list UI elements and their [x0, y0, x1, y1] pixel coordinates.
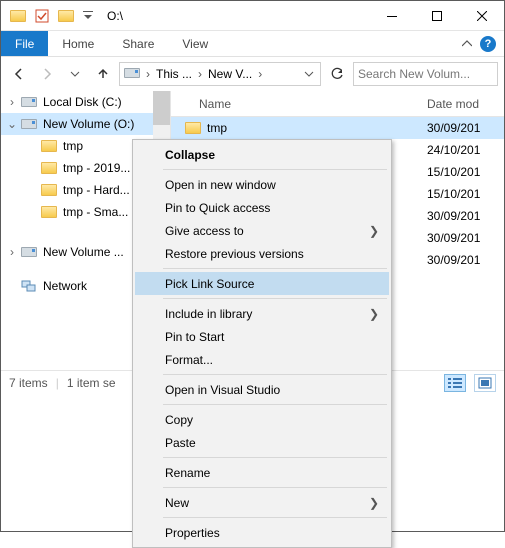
- folder-icon: [41, 140, 57, 152]
- minimize-button[interactable]: [369, 1, 414, 30]
- table-row[interactable]: tmp 30/09/201: [171, 117, 504, 139]
- column-headers: Name Date mod: [171, 91, 504, 117]
- chevron-right-icon[interactable]: ›: [144, 67, 152, 81]
- file-date: 15/10/201: [421, 187, 480, 201]
- back-button[interactable]: [7, 62, 31, 86]
- menu-item[interactable]: Paste: [135, 431, 389, 454]
- drive-icon: [21, 119, 37, 129]
- maximize-button[interactable]: [414, 1, 459, 30]
- tab-home[interactable]: Home: [48, 31, 108, 56]
- ribbon-expand-icon[interactable]: [462, 39, 472, 49]
- tree-item[interactable]: › Local Disk (C:): [1, 91, 170, 113]
- chevron-right-icon: ❯: [369, 496, 379, 510]
- menu-item[interactable]: Give access to❯: [135, 219, 389, 242]
- folder-icon: [41, 206, 57, 218]
- drive-icon: [21, 97, 37, 107]
- qat-checkbox-icon[interactable]: [33, 7, 51, 25]
- folder-icon: [57, 7, 75, 25]
- file-date: 30/09/201: [421, 209, 480, 223]
- titlebar: O:\: [1, 1, 504, 31]
- status-count: 7 items: [9, 376, 48, 390]
- menu-item[interactable]: Pin to Quick access: [135, 196, 389, 219]
- search-input[interactable]: Search New Volum...: [353, 62, 498, 86]
- up-button[interactable]: [91, 62, 115, 86]
- tree-twisty-icon[interactable]: ⌄: [5, 117, 19, 131]
- menu-separator: [163, 487, 387, 488]
- ribbon-tabs: File Home Share View ?: [1, 31, 504, 57]
- help-icon[interactable]: ?: [480, 36, 496, 52]
- menu-item[interactable]: Collapse: [135, 143, 389, 166]
- menu-item[interactable]: Pick Link Source: [135, 272, 389, 295]
- drive-icon: [124, 67, 140, 81]
- close-button[interactable]: [459, 1, 504, 30]
- address-bar: › This ... › New V... › Search New Volum…: [1, 57, 504, 91]
- view-large-icons-button[interactable]: [474, 374, 496, 392]
- menu-item[interactable]: Open in new window: [135, 173, 389, 196]
- refresh-button[interactable]: [325, 62, 349, 86]
- menu-item[interactable]: Copy: [135, 408, 389, 431]
- menu-item[interactable]: Include in library❯: [135, 302, 389, 325]
- tab-share[interactable]: Share: [108, 31, 168, 56]
- menu-separator: [163, 517, 387, 518]
- menu-item[interactable]: Restore previous versions: [135, 242, 389, 265]
- breadcrumb-seg[interactable]: This ...: [154, 67, 194, 81]
- network-icon: [21, 279, 37, 293]
- chevron-right-icon: ❯: [369, 307, 379, 321]
- tree-twisty-icon[interactable]: ›: [5, 95, 19, 109]
- menu-item[interactable]: Format...: [135, 348, 389, 371]
- drive-icon: [21, 247, 37, 257]
- file-name: tmp: [207, 121, 227, 135]
- tree-item-label: New Volume (O:): [43, 117, 134, 131]
- tab-view[interactable]: View: [168, 31, 222, 56]
- folder-icon: [9, 7, 27, 25]
- menu-item[interactable]: New❯: [135, 491, 389, 514]
- quick-access-toolbar: [1, 7, 97, 25]
- menu-separator: [163, 298, 387, 299]
- tree-item-label: tmp - Sma...: [63, 205, 128, 219]
- tree-item-label: tmp - 2019...: [63, 161, 130, 175]
- qat-dropdown-icon[interactable]: [79, 7, 97, 25]
- folder-icon: [185, 122, 201, 134]
- chevron-right-icon: ❯: [369, 224, 379, 238]
- menu-item[interactable]: Properties: [135, 521, 389, 544]
- file-date: 30/09/201: [421, 253, 480, 267]
- menu-separator: [163, 374, 387, 375]
- menu-item[interactable]: Pin to Start: [135, 325, 389, 348]
- column-date[interactable]: Date mod: [421, 97, 479, 111]
- window-title: O:\: [107, 9, 123, 23]
- view-details-button[interactable]: [444, 374, 466, 392]
- folder-icon: [41, 162, 57, 174]
- tree-item-label: tmp - Hard...: [63, 183, 130, 197]
- column-name[interactable]: Name: [171, 97, 421, 111]
- folder-icon: [41, 184, 57, 196]
- status-selection: 1 item se: [67, 376, 116, 390]
- menu-separator: [163, 268, 387, 269]
- menu-separator: [163, 404, 387, 405]
- chevron-right-icon[interactable]: ›: [256, 67, 264, 81]
- tree-item-label: Network: [43, 279, 87, 293]
- recent-dropdown-icon[interactable]: [63, 62, 87, 86]
- tree-item[interactable]: ⌄ New Volume (O:): [1, 113, 170, 135]
- tree-twisty-icon[interactable]: ›: [5, 245, 19, 259]
- menu-separator: [163, 457, 387, 458]
- menu-separator: [163, 169, 387, 170]
- breadcrumb[interactable]: › This ... › New V... ›: [119, 62, 321, 86]
- tree-item-label: New Volume ...: [43, 245, 124, 259]
- context-menu: Collapse Open in new windowPin to Quick a…: [132, 139, 392, 548]
- tree-item-label: tmp: [63, 139, 83, 153]
- file-tab[interactable]: File: [1, 31, 48, 56]
- breadcrumb-seg[interactable]: New V...: [206, 67, 254, 81]
- tree-item-label: Local Disk (C:): [43, 95, 122, 109]
- menu-item[interactable]: Open in Visual Studio: [135, 378, 389, 401]
- file-date: 24/10/201: [421, 143, 480, 157]
- menu-item[interactable]: Rename: [135, 461, 389, 484]
- file-date: 30/09/201: [421, 121, 480, 135]
- forward-button[interactable]: [35, 62, 59, 86]
- chevron-right-icon[interactable]: ›: [196, 67, 204, 81]
- file-date: 30/09/201: [421, 231, 480, 245]
- breadcrumb-dropdown-icon[interactable]: [300, 69, 318, 79]
- window-controls: [369, 1, 504, 30]
- file-date: 15/10/201: [421, 165, 480, 179]
- scrollbar-thumb[interactable]: [153, 91, 170, 125]
